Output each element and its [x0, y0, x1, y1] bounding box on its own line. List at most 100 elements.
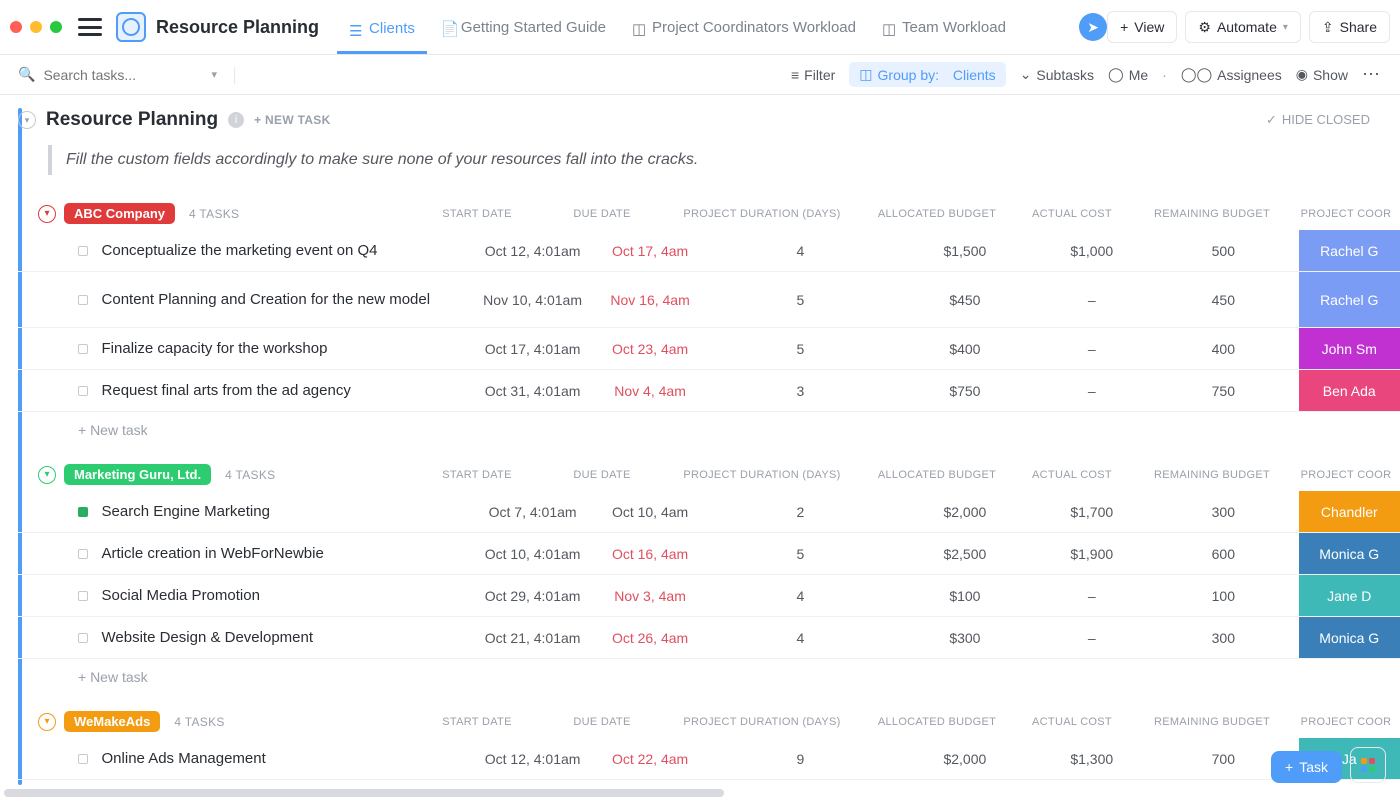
nav-forward-icon[interactable]: ➤ — [1079, 13, 1107, 41]
hide-closed-button[interactable]: ✓HIDE CLOSED — [1266, 112, 1370, 128]
assignees-button[interactable]: ◯◯Assignees — [1181, 66, 1282, 83]
info-icon[interactable]: i — [228, 112, 244, 128]
subtasks-button[interactable]: ⌄Subtasks — [1020, 66, 1094, 83]
topbar: Resource Planning ☰Clients📄Getting Start… — [0, 0, 1400, 55]
cell-start-date: Oct 7, 4:01am — [472, 504, 594, 520]
new-task-button[interactable]: + NEW TASK — [254, 113, 330, 127]
view-description: Fill the custom fields accordingly to ma… — [48, 145, 1400, 175]
search-icon: 🔍 — [18, 66, 35, 83]
add-view-button[interactable]: +View — [1107, 11, 1177, 43]
cell-actual-cost: $1,700 — [1035, 504, 1148, 520]
status-icon[interactable] — [78, 549, 88, 559]
group-name-badge[interactable]: WeMakeAds — [64, 711, 160, 732]
task-row[interactable]: Online Ads Management Oct 12, 4:01am Oct… — [18, 738, 1400, 780]
minimize-icon[interactable] — [30, 21, 42, 33]
plus-icon: + — [1120, 19, 1128, 35]
space-icon[interactable] — [116, 12, 146, 42]
window-controls — [10, 21, 62, 33]
horizontal-scrollbar[interactable] — [4, 789, 724, 797]
share-button[interactable]: ⇪Share — [1309, 11, 1390, 43]
task-row[interactable]: Social Media Promotion Oct 29, 4:01am No… — [18, 575, 1400, 617]
collapse-group-icon[interactable]: ▾ — [38, 205, 56, 223]
task-name: Online Ads Management — [102, 749, 472, 769]
cell-project-coordinator[interactable]: John Sm — [1299, 328, 1400, 369]
task-row[interactable]: Search Engine Marketing Oct 7, 4:01am Oc… — [18, 491, 1400, 533]
cell-due-date: Oct 23, 4am — [594, 341, 707, 357]
status-icon[interactable] — [78, 246, 88, 256]
group-by-button[interactable]: ◫Group by: Clients — [849, 62, 1005, 87]
task-row[interactable]: Content Planning and Creation for the ne… — [18, 272, 1400, 328]
status-icon[interactable] — [78, 591, 88, 601]
group: ▾ ABC Company 4 TASKS START DATEDUE DATE… — [18, 203, 1400, 438]
automate-button[interactable]: ⚙Automate▾ — [1185, 11, 1301, 43]
new-task-row-button[interactable]: + New task — [18, 412, 1400, 438]
task-name: Content Planning and Creation for the ne… — [102, 290, 472, 310]
task-name: Search Engine Marketing — [102, 502, 472, 522]
maximize-icon[interactable] — [50, 21, 62, 33]
cell-due-date: Nov 4, 4am — [594, 383, 707, 399]
cell-duration: 4 — [706, 588, 894, 604]
status-icon[interactable] — [78, 507, 88, 517]
search-input-wrap: 🔍 ▾ │ — [18, 66, 240, 83]
task-name: Article creation in WebForNewbie — [102, 544, 472, 564]
more-options-icon[interactable]: ⋯ — [1362, 64, 1382, 85]
status-icon[interactable] — [78, 295, 88, 305]
status-icon[interactable] — [78, 344, 88, 354]
cell-start-date: Oct 17, 4:01am — [472, 341, 594, 357]
cell-project-coordinator[interactable]: Rachel G — [1299, 272, 1400, 327]
cell-project-coordinator[interactable]: Monica G — [1299, 617, 1400, 658]
cell-actual-cost: $1,300 — [1035, 751, 1148, 767]
task-row[interactable]: Conceptualize the marketing event on Q4 … — [18, 230, 1400, 272]
new-task-row-button[interactable]: + New task — [18, 659, 1400, 685]
group-name-badge[interactable]: ABC Company — [64, 203, 175, 224]
apps-grid-button[interactable] — [1350, 747, 1386, 783]
person-icon: ◯ — [1108, 66, 1124, 83]
filter-button[interactable]: ≡Filter — [791, 67, 835, 83]
task-row[interactable]: Request final arts from the ad agency Oc… — [18, 370, 1400, 412]
search-input[interactable] — [43, 67, 203, 83]
cell-due-date: Nov 3, 4am — [594, 588, 707, 604]
cell-start-date: Oct 29, 4:01am — [472, 588, 594, 604]
me-button[interactable]: ◯Me — [1108, 66, 1148, 83]
task-name: Social Media Promotion — [102, 586, 472, 606]
cell-project-coordinator[interactable]: Monica G — [1299, 533, 1400, 574]
tab-getting-started-guide[interactable]: 📄Getting Started Guide — [429, 11, 618, 44]
task-row[interactable]: Website Design & Development Oct 21, 4:0… — [18, 617, 1400, 659]
chevron-down-icon[interactable]: ▾ — [211, 68, 217, 81]
cell-project-coordinator[interactable]: Rachel G — [1299, 230, 1400, 271]
group: ▾ WeMakeAds 4 TASKS START DATEDUE DATEPR… — [18, 711, 1400, 780]
cell-remaining-budget: 750 — [1148, 383, 1298, 399]
task-count: 4 TASKS — [174, 715, 224, 729]
tab-team-workload[interactable]: ◫Team Workload — [870, 11, 1018, 44]
group-name-badge[interactable]: Marketing Guru, Ltd. — [64, 464, 211, 485]
cell-remaining-budget: 300 — [1148, 630, 1298, 646]
check-icon: ✓ — [1266, 112, 1277, 128]
collapse-group-icon[interactable]: ▾ — [38, 713, 56, 731]
collapse-all-icon[interactable]: ▾ — [18, 111, 36, 129]
status-icon[interactable] — [78, 386, 88, 396]
menu-icon[interactable] — [78, 18, 102, 36]
cell-project-coordinator[interactable]: Chandler — [1299, 491, 1400, 532]
cell-remaining-budget: 100 — [1148, 588, 1298, 604]
status-icon[interactable] — [78, 754, 88, 764]
cell-duration: 9 — [706, 751, 894, 767]
task-name: Finalize capacity for the workshop — [102, 339, 472, 359]
collapse-group-icon[interactable]: ▾ — [38, 466, 56, 484]
tab-clients[interactable]: ☰Clients — [337, 12, 427, 54]
show-button[interactable]: ◉Show — [1296, 66, 1348, 83]
view-header: ▾ Resource Planning i + NEW TASK ✓HIDE C… — [18, 109, 1400, 131]
task-row[interactable]: Finalize capacity for the workshop Oct 1… — [18, 328, 1400, 370]
cell-actual-cost: $1,900 — [1035, 546, 1148, 562]
cell-project-coordinator[interactable]: Jane D — [1299, 575, 1400, 616]
tab-project-coordinators-workload[interactable]: ◫Project Coordinators Workload — [620, 11, 868, 44]
eye-icon: ◉ — [1296, 66, 1308, 83]
status-icon[interactable] — [78, 633, 88, 643]
task-row[interactable]: Article creation in WebForNewbie Oct 10,… — [18, 533, 1400, 575]
toolbar: 🔍 ▾ │ ≡Filter ◫Group by: Clients ⌄Subtas… — [0, 55, 1400, 95]
cell-remaining-budget: 400 — [1148, 341, 1298, 357]
cell-duration: 5 — [706, 341, 894, 357]
cell-allocated-budget: $400 — [894, 341, 1035, 357]
cell-project-coordinator[interactable]: Ben Ada — [1299, 370, 1400, 411]
close-icon[interactable] — [10, 21, 22, 33]
new-task-fab[interactable]: +Task — [1271, 751, 1342, 783]
